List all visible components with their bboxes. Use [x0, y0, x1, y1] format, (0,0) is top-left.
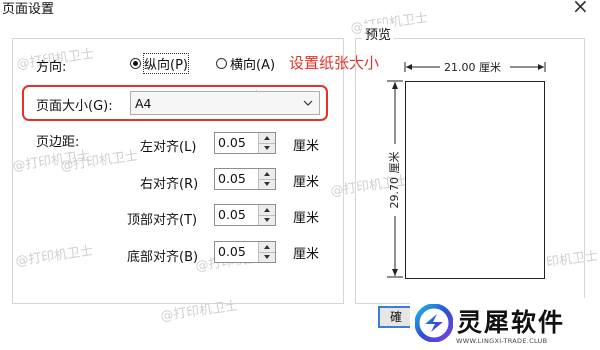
- orientation-label: 方向:: [36, 60, 67, 75]
- width-dimension-label: 21.00 厘米: [442, 59, 503, 75]
- margin-left-stepper[interactable]: 0.05: [214, 132, 276, 154]
- arrow-down-icon: [264, 218, 270, 223]
- margin-left-value[interactable]: 0.05: [215, 133, 258, 153]
- margin-left-label: 左对齐(L): [140, 140, 197, 155]
- close-button[interactable]: ×: [572, 0, 589, 18]
- margin-top-unit: 厘米: [293, 211, 320, 226]
- arrow-up-icon: [264, 135, 270, 140]
- spin-down-button[interactable]: [259, 142, 275, 153]
- margin-bottom-label: 底部对齐(B): [127, 250, 199, 265]
- paper-size-value: A4: [135, 95, 152, 111]
- margin-right-value[interactable]: 0.05: [215, 169, 258, 189]
- margin-bottom-unit: 厘米: [293, 247, 320, 262]
- paper-size-label: 页面大小(G):: [36, 99, 113, 114]
- margin-bottom-value[interactable]: 0.05: [215, 242, 258, 262]
- spin-up-button[interactable]: [259, 169, 275, 179]
- radio-unchecked-icon: [216, 58, 227, 69]
- page-preview: [405, 81, 545, 279]
- margin-top-stepper[interactable]: 0.05: [214, 204, 276, 226]
- dialog-title: 页面设置: [2, 2, 55, 17]
- height-dimension-label: 29.70 厘米: [388, 151, 401, 209]
- portrait-radio[interactable]: 纵向(P): [130, 53, 189, 74]
- preview-label: 预览: [362, 24, 395, 43]
- spin-down-button[interactable]: [259, 214, 275, 225]
- spin-up-button[interactable]: [259, 242, 275, 252]
- arrow-up-icon: [264, 207, 270, 212]
- margin-top-label: 顶部对齐(T): [127, 213, 198, 228]
- landscape-label: 横向(A): [230, 58, 276, 73]
- paper-size-select[interactable]: A4: [130, 91, 320, 115]
- arrow-down-icon: [264, 255, 270, 260]
- chevron-down-icon: [303, 100, 313, 106]
- spin-down-button[interactable]: [259, 178, 275, 189]
- ok-button[interactable]: 確: [378, 306, 412, 328]
- margin-right-label: 右对齐(R): [140, 177, 199, 192]
- portrait-label: 纵向(P): [143, 53, 189, 74]
- margin-bottom-stepper[interactable]: 0.05: [214, 241, 276, 263]
- margin-top-value[interactable]: 0.05: [215, 205, 258, 225]
- brand-name: 灵犀软件: [457, 308, 566, 337]
- brand-logo-icon: [415, 304, 453, 342]
- spin-down-button[interactable]: [259, 251, 275, 262]
- margin-right-stepper[interactable]: 0.05: [214, 168, 276, 190]
- arrow-up-icon: [264, 171, 270, 176]
- margin-left-unit: 厘米: [293, 139, 320, 154]
- spin-up-button[interactable]: [259, 205, 275, 215]
- margin-right-unit: 厘米: [293, 175, 320, 190]
- brand-url: WWW.LINGXI-TRADE.CLUB: [456, 337, 548, 345]
- spin-up-button[interactable]: [259, 133, 275, 143]
- radio-checked-icon: [130, 58, 141, 69]
- margins-label: 页边距:: [36, 135, 80, 150]
- arrow-down-icon: [264, 182, 270, 187]
- landscape-radio[interactable]: 横向(A): [216, 54, 275, 73]
- arrow-down-icon: [264, 146, 270, 151]
- arrow-up-icon: [264, 244, 270, 249]
